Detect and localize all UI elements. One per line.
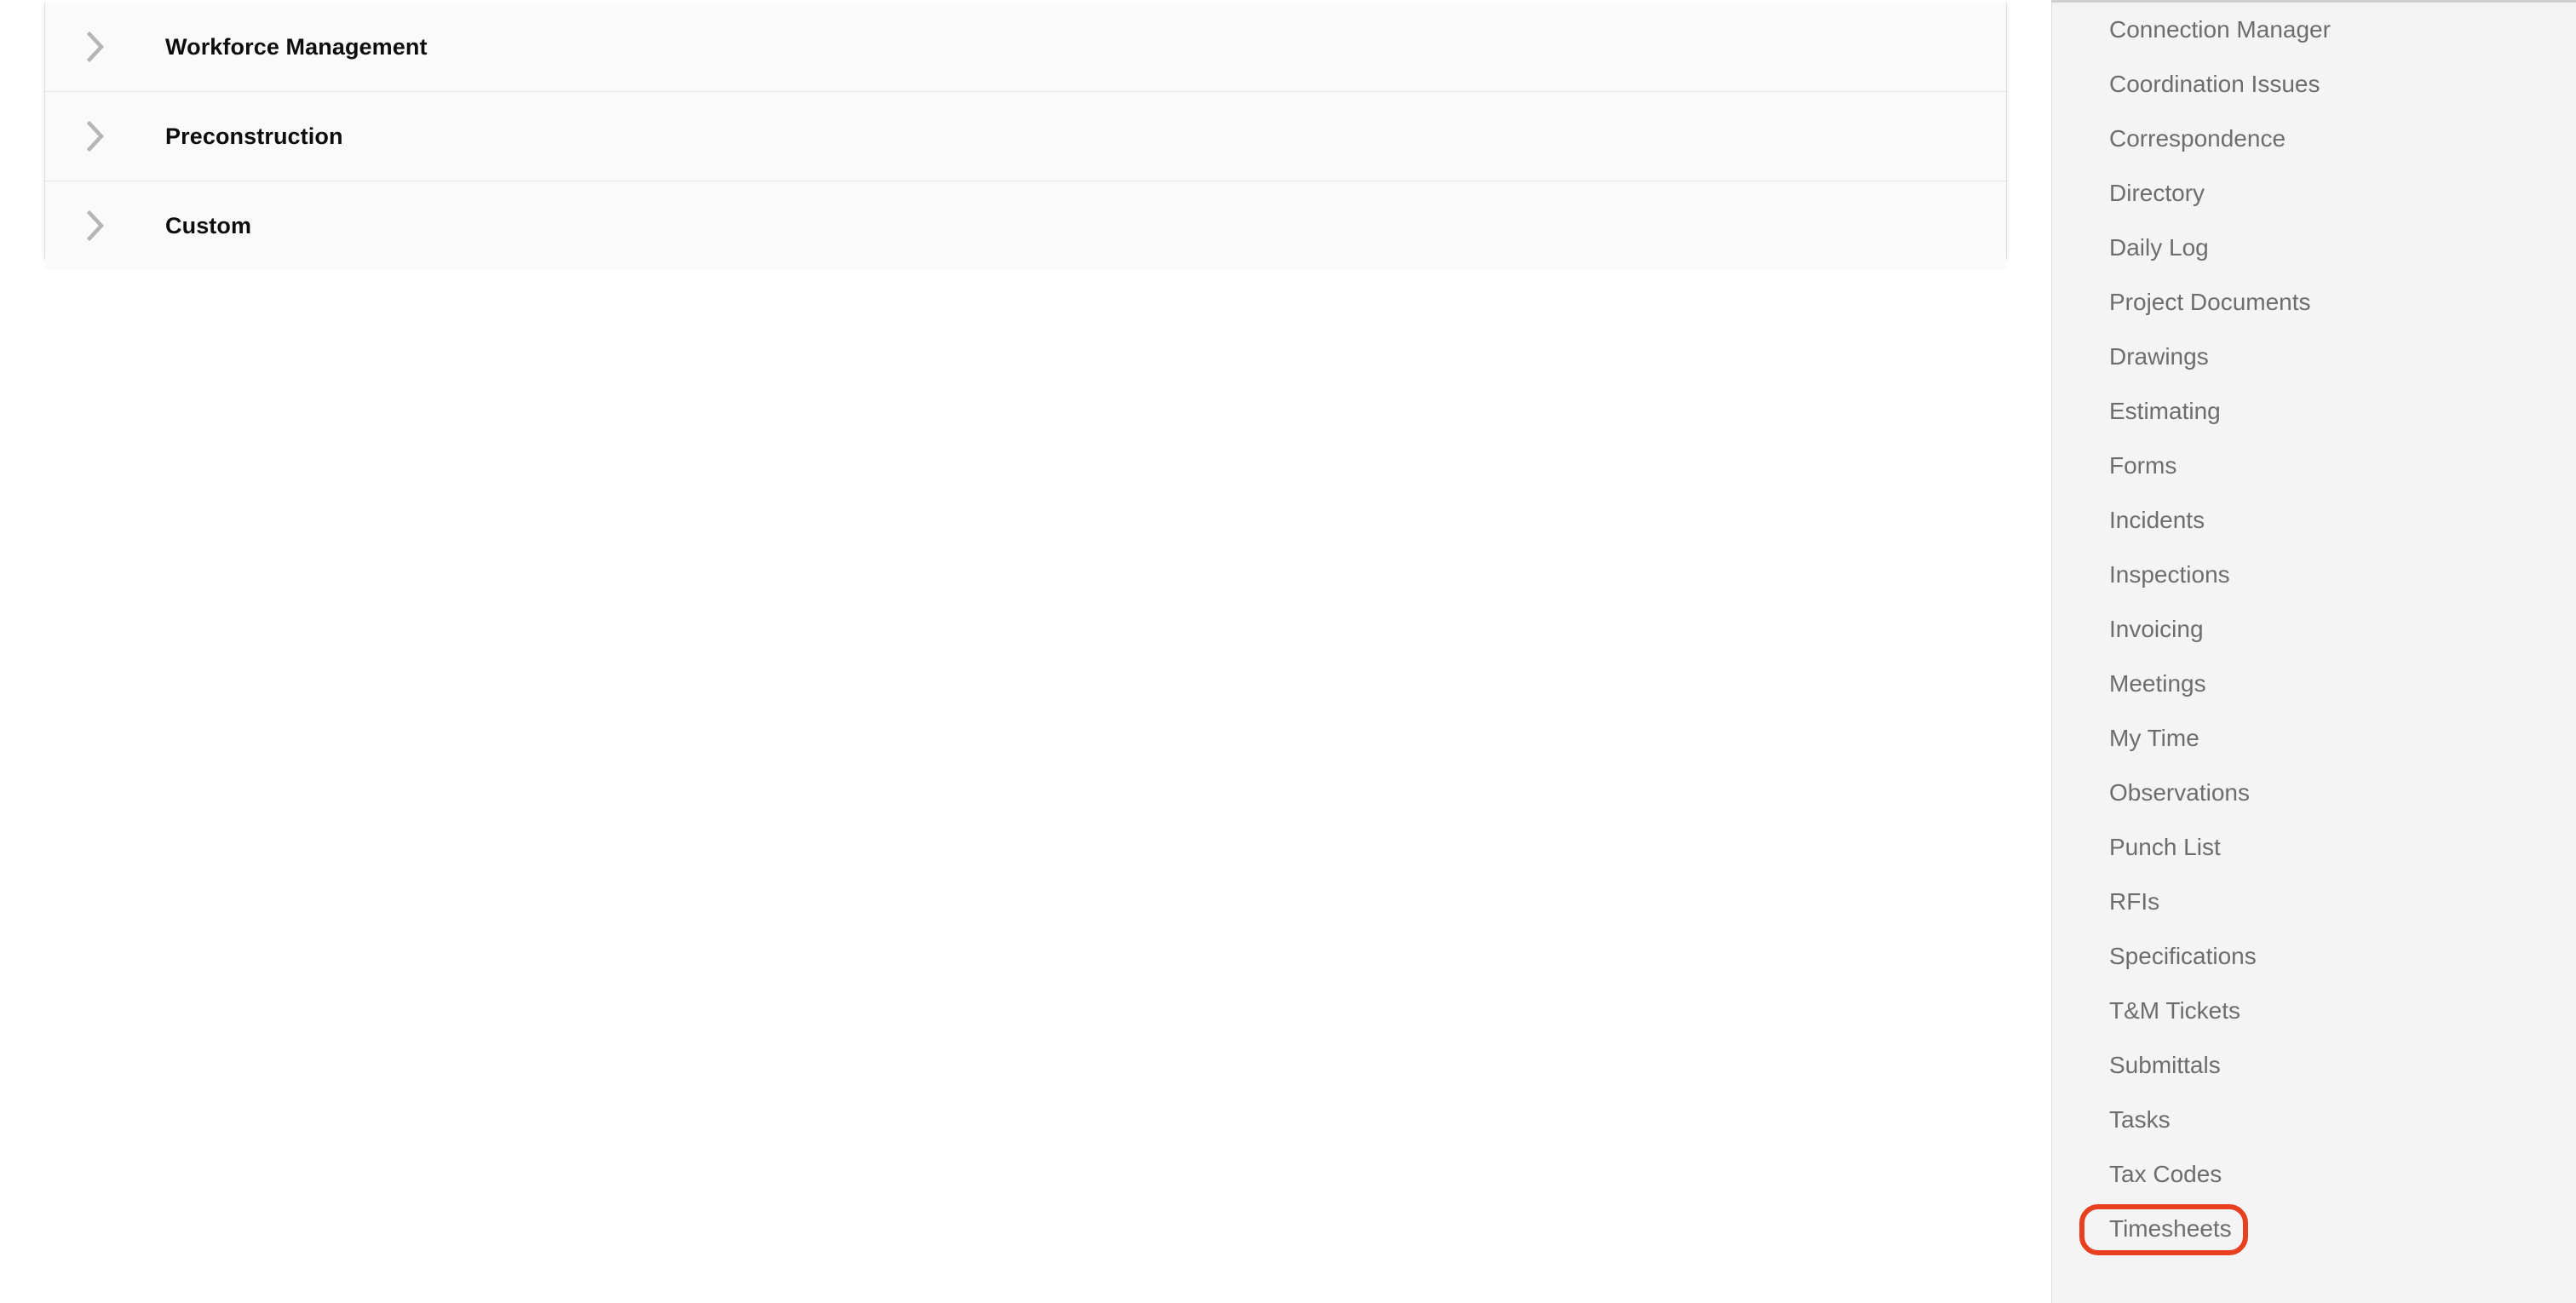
accordion-section-workforce-management[interactable]: Workforce Management [45,3,2006,92]
sidebar-item-label: RFIs [2109,888,2160,915]
tool-category-accordion: Workforce Management Preconstruction Cus… [44,3,2007,270]
sidebar-item-punch-list[interactable]: Punch List [2052,820,2576,875]
sidebar-item-label: Specifications [2109,943,2257,969]
sidebar-item-project-documents[interactable]: Project Documents [2052,275,2576,330]
sidebar-item-label: Correspondence [2109,125,2286,152]
chevron-right-icon [79,119,113,153]
chevron-right-icon [79,209,113,243]
sidebar-item-tax-codes[interactable]: Tax Codes [2052,1147,2576,1202]
sidebar-item-label: Incidents [2109,507,2205,533]
chevron-right-icon [79,30,113,64]
sidebar-item-forms[interactable]: Forms [2052,439,2576,493]
sidebar-item-coordination-issues[interactable]: Coordination Issues [2052,57,2576,112]
sidebar-item-label: Connection Manager [2109,16,2331,43]
tools-list: Connection Manager Coordination Issues Cor… [2052,3,2576,1256]
sidebar-item-incidents[interactable]: Incidents [2052,493,2576,548]
sidebar-item-inspections[interactable]: Inspections [2052,548,2576,602]
sidebar-item-tandm-tickets[interactable]: T&M Tickets [2052,984,2576,1038]
sidebar-item-specifications[interactable]: Specifications [2052,929,2576,984]
accordion-section-custom[interactable]: Custom [45,181,2006,270]
sidebar-item-submittals[interactable]: Submittals [2052,1038,2576,1093]
sidebar-item-estimating[interactable]: Estimating [2052,384,2576,439]
tools-sidebar: Connection Manager Coordination Issues Cor… [2051,3,2576,1303]
sidebar-item-label: Submittals [2109,1052,2221,1078]
accordion-section-label: Custom [165,212,252,238]
sidebar-item-label: Tasks [2109,1106,2171,1133]
sidebar-item-label: Meetings [2109,670,2206,697]
sidebar-item-label: T&M Tickets [2109,997,2241,1024]
sidebar-item-label: Inspections [2109,561,2230,588]
accordion-section-label: Preconstruction [165,123,343,149]
sidebar-item-observations[interactable]: Observations [2052,766,2576,820]
sidebar-item-label: Tax Codes [2109,1161,2222,1187]
sidebar-item-label: Drawings [2109,343,2209,370]
sidebar-item-rfis[interactable]: RFIs [2052,875,2576,929]
sidebar-item-label: Forms [2109,452,2177,479]
sidebar-item-connection-manager[interactable]: Connection Manager [2052,3,2576,57]
sidebar-item-label: Project Documents [2109,289,2311,315]
accordion-section-preconstruction[interactable]: Preconstruction [45,92,2006,181]
sidebar-item-meetings[interactable]: Meetings [2052,657,2576,711]
sidebar-item-drawings[interactable]: Drawings [2052,330,2576,384]
main-content-region: Workforce Management Preconstruction Cus… [0,0,2051,1303]
sidebar-item-label: My Time [2109,725,2199,751]
sidebar-item-label: Coordination Issues [2109,71,2320,97]
sidebar-item-label: Daily Log [2109,234,2209,261]
sidebar-item-my-time[interactable]: My Time [2052,711,2576,766]
sidebar-item-label: Estimating [2109,398,2221,424]
sidebar-item-correspondence[interactable]: Correspondence [2052,112,2576,166]
sidebar-item-invoicing[interactable]: Invoicing [2052,602,2576,657]
sidebar-item-daily-log[interactable]: Daily Log [2052,221,2576,275]
sidebar-item-tasks[interactable]: Tasks [2052,1093,2576,1147]
sidebar-item-label: Punch List [2109,834,2221,860]
accordion-section-label: Workforce Management [165,33,428,60]
sidebar-item-directory[interactable]: Directory [2052,166,2576,221]
sidebar-item-label: Timesheets [2109,1215,2232,1242]
sidebar-item-timesheets[interactable]: Timesheets [2052,1202,2576,1256]
sidebar-item-label: Invoicing [2109,616,2204,642]
sidebar-item-label: Observations [2109,779,2250,806]
sidebar-item-label: Directory [2109,180,2205,206]
